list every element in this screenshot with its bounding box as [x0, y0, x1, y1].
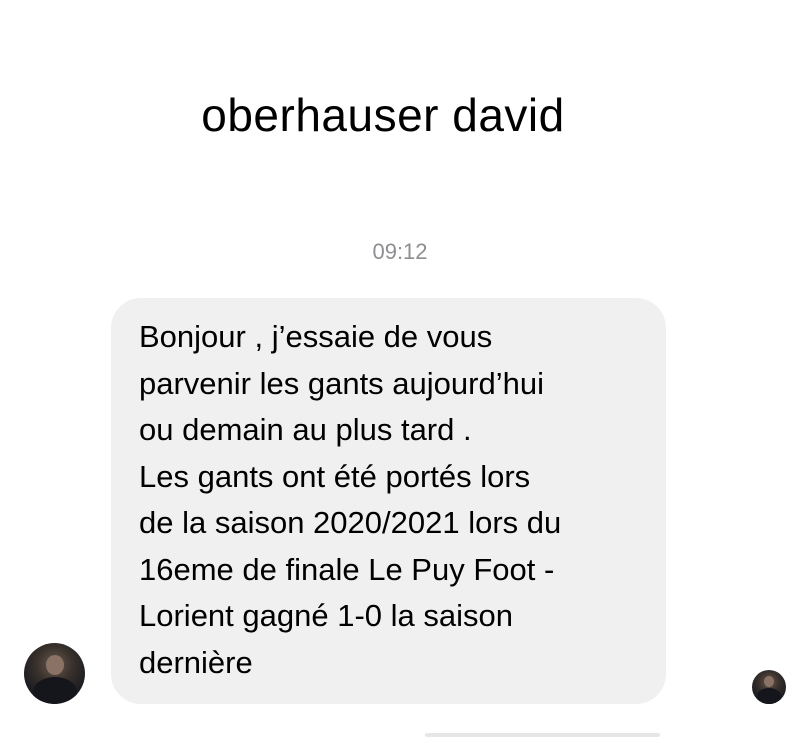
sender-avatar[interactable] [24, 643, 85, 704]
avatar-head-shape [46, 655, 64, 675]
avatar-body-shape [757, 688, 781, 704]
contact-name[interactable]: oberhauser david [0, 88, 766, 142]
message-line: ou demain au plus tard . [139, 412, 472, 447]
avatar-body-shape [33, 677, 77, 704]
message-line: Lorient gagné 1-0 la saison [139, 598, 513, 633]
message-line: de la saison 2020/2021 lors du [139, 505, 562, 540]
message-bubble[interactable]: Bonjour , j’essaie de vous parvenir les … [111, 298, 666, 704]
chat-screen: oberhauser david 09:12 Bonjour , j’essai… [0, 0, 800, 737]
read-receipt-avatar [752, 670, 786, 704]
partial-bubble-edge [425, 733, 660, 737]
message-line: dernière [139, 644, 253, 680]
message-line: 16eme de finale Le Puy Foot - [139, 551, 555, 587]
message-line: Bonjour , j’essaie de vous [139, 319, 493, 354]
message-timestamp: 09:12 [372, 239, 428, 264]
message-line: parvenir les gants aujourd’hui [139, 365, 544, 401]
message-line: Les gants ont été portés lors [139, 458, 531, 494]
avatar-head-shape [764, 676, 774, 687]
